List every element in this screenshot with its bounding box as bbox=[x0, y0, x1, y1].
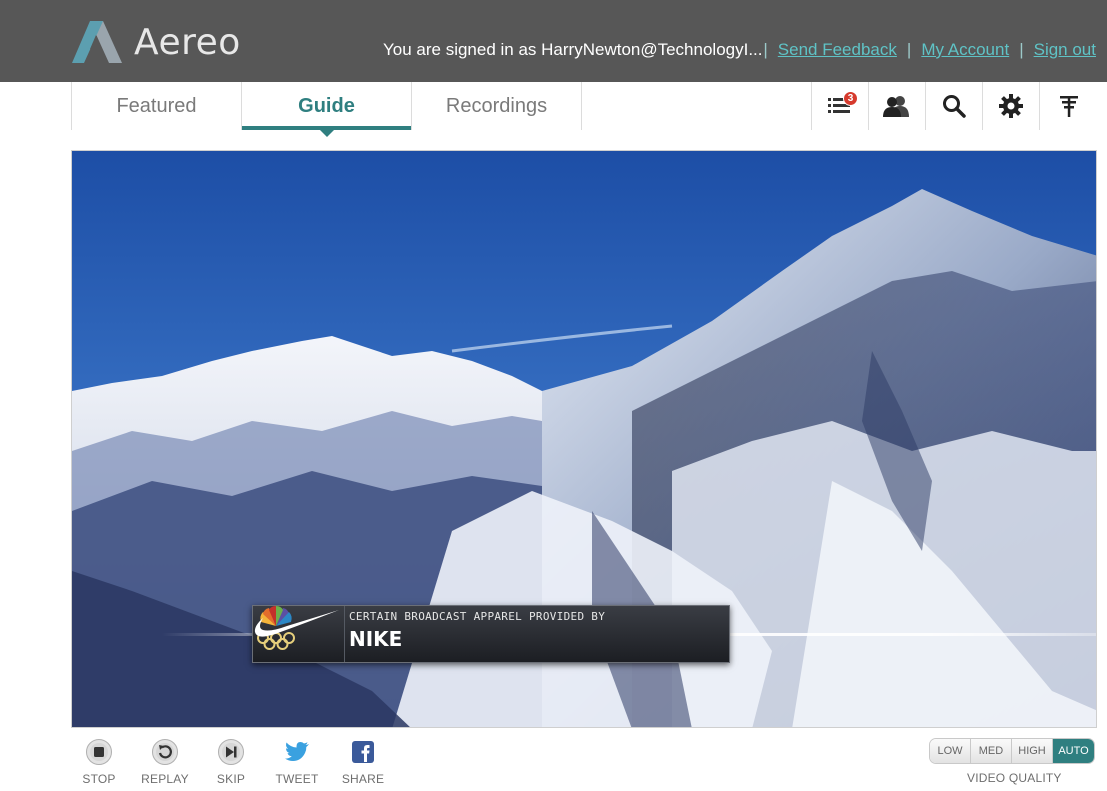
nike-swoosh-icon bbox=[254, 610, 339, 637]
tweet-label: TWEET bbox=[275, 772, 319, 786]
search-button[interactable] bbox=[926, 82, 983, 130]
link-separator: | bbox=[1019, 40, 1024, 59]
search-icon bbox=[943, 95, 966, 118]
queue-count-badge: 3 bbox=[843, 91, 858, 106]
overlay-subtitle: CERTAIN BROADCAST APPAREL PROVIDED BY bbox=[349, 610, 606, 623]
brand-name: Aereo bbox=[134, 21, 241, 63]
gear-icon bbox=[999, 94, 1023, 118]
nav-bar: Featured Guide Recordings 3 bbox=[0, 82, 1107, 137]
settings-button[interactable] bbox=[983, 82, 1040, 130]
replay-button[interactable]: REPLAY bbox=[132, 738, 198, 786]
quality-low-button[interactable]: LOW bbox=[930, 739, 971, 763]
overlay-title: NIKE bbox=[349, 627, 403, 651]
quality-med-button[interactable]: MED bbox=[971, 739, 1012, 763]
quality-auto-button[interactable]: AUTO bbox=[1053, 739, 1094, 763]
top-header: Aereo You are signed in as HarryNewton@T… bbox=[0, 0, 1107, 82]
sign-out-link[interactable]: Sign out bbox=[1034, 40, 1096, 60]
playback-controls: STOP REPLAY SKIP TWEET SHARE bbox=[66, 738, 396, 786]
stop-icon bbox=[86, 739, 112, 765]
quality-high-button[interactable]: HIGH bbox=[1012, 739, 1053, 763]
aereo-logo[interactable]: Aereo bbox=[72, 20, 241, 64]
tab-featured[interactable]: Featured bbox=[72, 82, 242, 130]
share-label: SHARE bbox=[341, 772, 385, 786]
facebook-icon bbox=[352, 741, 374, 763]
share-button[interactable]: SHARE bbox=[330, 738, 396, 786]
toolbar-icons: 3 bbox=[811, 82, 1097, 130]
video-player[interactable]: CERTAIN BROADCAST APPAREL PROVIDED BY NI… bbox=[71, 150, 1097, 728]
friends-button[interactable] bbox=[869, 82, 926, 130]
my-account-link[interactable]: My Account bbox=[921, 40, 1009, 60]
people-icon bbox=[883, 96, 909, 117]
replay-label: REPLAY bbox=[141, 772, 189, 786]
link-separator: | bbox=[906, 40, 912, 59]
video-quality-selector: LOW MED HIGH AUTO bbox=[929, 738, 1095, 764]
twitter-icon bbox=[285, 742, 309, 761]
skip-icon bbox=[218, 739, 244, 765]
antenna-icon bbox=[1059, 96, 1078, 117]
aereo-logo-mark-icon bbox=[72, 21, 122, 63]
signed-in-text: You are signed in as HarryNewton@Technol… bbox=[383, 40, 763, 59]
link-separator: | bbox=[763, 40, 768, 59]
main-tabs: Featured Guide Recordings bbox=[71, 82, 582, 137]
skip-button[interactable]: SKIP bbox=[198, 738, 264, 786]
broadcast-lower-third: CERTAIN BROADCAST APPAREL PROVIDED BY NI… bbox=[252, 605, 730, 663]
tweet-button[interactable]: TWEET bbox=[264, 738, 330, 786]
tab-guide[interactable]: Guide bbox=[242, 82, 412, 137]
account-links: | Send Feedback | My Account | Sign out bbox=[753, 40, 1096, 60]
video-quality-label: VIDEO QUALITY bbox=[967, 771, 1062, 785]
antenna-button[interactable] bbox=[1040, 82, 1097, 130]
stop-button[interactable]: STOP bbox=[66, 738, 132, 786]
send-feedback-link[interactable]: Send Feedback bbox=[778, 40, 897, 60]
skip-label: SKIP bbox=[216, 772, 246, 786]
queue-button[interactable]: 3 bbox=[812, 82, 869, 130]
stop-label: STOP bbox=[82, 772, 116, 786]
tab-recordings[interactable]: Recordings bbox=[412, 82, 582, 130]
replay-icon bbox=[152, 739, 178, 765]
